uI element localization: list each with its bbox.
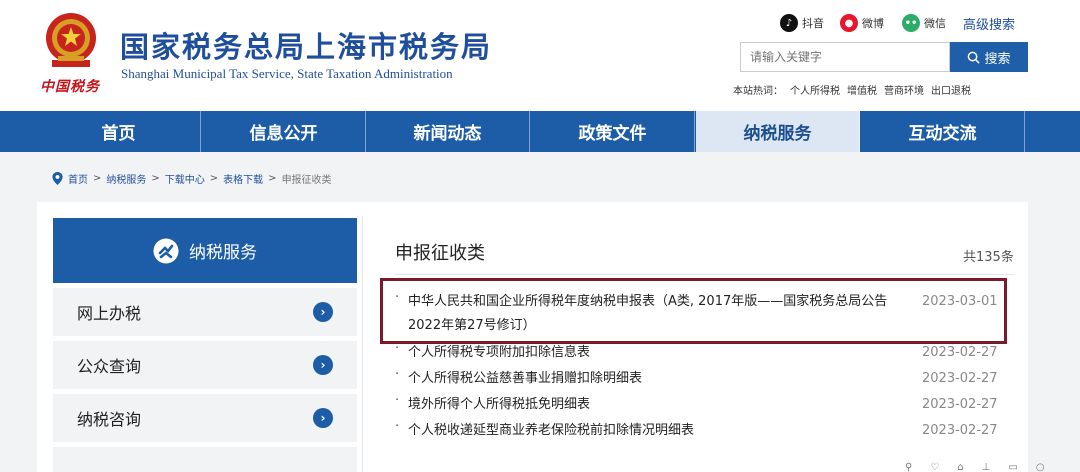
page: 中国税务 国家税务总局上海市税务局 Shanghai Municipal Tax… (0, 0, 1080, 472)
column-divider (362, 216, 363, 472)
delete-icon[interactable]: ⌂ (957, 462, 963, 472)
highlight-box (380, 278, 1007, 344)
breadcrumb-separator: > (151, 172, 160, 184)
divider (395, 274, 1014, 275)
breadcrumb: 首页 > 纳税服务 > 下载中心 > 表格下载 > 申报征收类 (52, 171, 332, 186)
search-input[interactable] (740, 42, 950, 72)
nav-item-policy[interactable]: 政策文件 (531, 111, 695, 152)
total-count: 共135条 (963, 250, 1014, 265)
hot-words-label: 本站热词： (733, 86, 783, 97)
chevron-right-icon: › (313, 302, 333, 322)
breadcrumb-item[interactable]: 下载中心 (165, 171, 205, 186)
nav-item-tax-service[interactable]: 纳税服务 (696, 111, 860, 152)
national-emblem-icon (46, 13, 96, 67)
china-tax-seal-text: 中国税务 (40, 79, 100, 95)
breadcrumb-current: 申报征收类 (281, 174, 332, 186)
hot-words: 本站热词： 个人所得税 增值税 营商环境 出口退税 (733, 82, 971, 97)
tax-service-icon (153, 238, 179, 263)
sidebar-item-public-query[interactable]: 公众查询 › (53, 341, 357, 389)
nav-item-news[interactable]: 新闻动态 (366, 111, 530, 152)
list-item-title[interactable]: 个人税收递延型商业养老保险税前扣除情况明细表 (408, 419, 908, 443)
favorite-icon[interactable]: ♡ (930, 462, 939, 472)
breadcrumb-separator: > (209, 172, 219, 184)
douyin-label: 抖音 (802, 17, 824, 30)
breadcrumb-item[interactable]: 纳税服务 (106, 171, 146, 186)
like-icon[interactable]: ⊥ (982, 462, 991, 472)
comment-icon[interactable]: ▭ (1008, 462, 1017, 472)
advanced-search-link[interactable]: 高级搜索 (963, 14, 1015, 33)
search-button-label: 搜索 (984, 51, 1011, 67)
nav-item-info-disclosure[interactable]: 信息公开 (202, 111, 366, 152)
bullet-icon: · (395, 367, 400, 382)
list-item-date: 2023-02-27 (922, 397, 998, 412)
bullet-icon: · (395, 393, 400, 408)
nav-item-interaction[interactable]: 互动交流 (861, 111, 1025, 152)
main-nav: 首页 信息公开 新闻动态 政策文件 纳税服务 互动交流 (0, 111, 1080, 152)
hot-word-link[interactable]: 个人所得税 (790, 82, 840, 97)
list-item-title[interactable]: 个人所得税公益慈善事业捐赠扣除明细表 (408, 367, 908, 391)
sidebar-heading: 纳税服务 (53, 218, 357, 283)
breadcrumb-separator: > (268, 172, 277, 184)
list-item-date: 2023-02-27 (922, 371, 998, 386)
sidebar-item-tax-consulting[interactable]: 纳税咨询 › (53, 394, 357, 442)
site-title[interactable]: 国家税务总局上海市税务局 (120, 24, 492, 66)
breadcrumb-item[interactable]: 表格下载 (223, 171, 263, 186)
sidebar-item-label: 网上办税 (77, 304, 142, 323)
list-item-title[interactable]: 个人所得税专项附加扣除信息表 (408, 341, 908, 365)
list-item-date: 2023-02-27 (922, 423, 998, 438)
breadcrumb-item[interactable]: 首页 (68, 171, 88, 186)
wechat-label: 微信 (924, 17, 946, 30)
weibo-icon: ● (840, 14, 858, 32)
list-item-date: 2023-02-27 (922, 345, 998, 360)
sidebar-heading-label: 纳税服务 (189, 243, 257, 263)
share-toolbar: ⚲ ♡ ⌂ ⊥ ▭ ○ (905, 462, 1045, 472)
nav-item-home[interactable]: 首页 (37, 111, 201, 152)
weibo-link[interactable]: ● 微博 (840, 13, 884, 33)
weibo-label: 微博 (862, 17, 884, 30)
hot-word-link[interactable]: 营商环境 (884, 82, 924, 97)
more-icon[interactable]: ○ (1036, 462, 1045, 472)
search-icon (968, 51, 981, 64)
site-subtitle: Shanghai Municipal Tax Service, State Ta… (121, 66, 453, 81)
sidebar-item-more[interactable] (53, 447, 357, 472)
breadcrumb-separator: > (93, 172, 102, 184)
sidebar-item-label: 纳税咨询 (77, 410, 142, 429)
site-header: 中国税务 国家税务总局上海市税务局 Shanghai Municipal Tax… (0, 0, 1080, 111)
douyin-link[interactable]: ♪ 抖音 (780, 13, 824, 33)
hot-word-link[interactable]: 增值税 (847, 82, 877, 97)
location-pin-icon (52, 171, 63, 185)
section-title: 申报征收类 (395, 243, 485, 264)
hot-word-link[interactable]: 出口退税 (931, 82, 971, 97)
douyin-icon: ♪ (780, 14, 798, 32)
wechat-icon: •• (902, 14, 920, 32)
share-icon[interactable]: ⚲ (905, 462, 912, 472)
chevron-right-icon: › (313, 408, 333, 428)
bullet-icon: · (395, 419, 400, 434)
list-item-title[interactable]: 境外所得个人所得税抵免明细表 (408, 393, 908, 417)
search-button[interactable]: 搜索 (950, 42, 1028, 72)
wechat-link[interactable]: •• 微信 (902, 13, 946, 33)
sidebar-item-online-tax[interactable]: 网上办税 › (53, 288, 357, 336)
chevron-right-icon: › (313, 355, 333, 375)
sidebar-item-label: 公众查询 (77, 357, 142, 376)
